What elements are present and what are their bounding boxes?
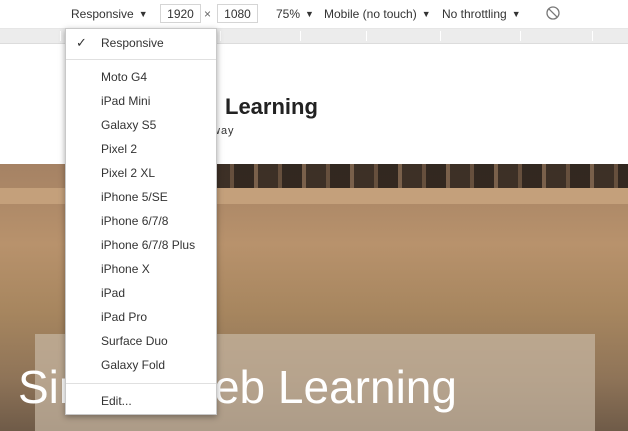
hero-image-books xyxy=(210,164,628,190)
menu-item-label: Surface Duo xyxy=(101,334,168,348)
device-select[interactable]: Responsive ▼ xyxy=(71,0,148,28)
chevron-down-icon: ▼ xyxy=(511,9,521,19)
zoom-label: 75% xyxy=(276,7,301,21)
menu-item-label: iPhone 6/7/8 Plus xyxy=(101,238,196,252)
menu-item-label: iPhone X xyxy=(101,262,150,276)
menu-item-label: Responsive xyxy=(101,36,164,50)
menu-item-label: iPhone 5/SE xyxy=(101,190,168,204)
height-input[interactable]: 1080 xyxy=(217,4,258,23)
chevron-down-icon: ▼ xyxy=(305,9,314,19)
chevron-down-icon: ▼ xyxy=(138,9,148,19)
menu-item-device[interactable]: Surface Duo xyxy=(66,330,216,352)
dimension-separator: × xyxy=(204,7,212,21)
menu-item-device[interactable]: iPad Mini xyxy=(66,90,216,112)
width-input[interactable]: 1920 xyxy=(160,4,201,23)
menu-item-device[interactable]: Galaxy Fold xyxy=(66,354,216,376)
throttle-label: No throttling xyxy=(442,7,507,21)
menu-item-device[interactable]: iPhone X xyxy=(66,258,216,280)
site-title[interactable]: Learning xyxy=(225,94,318,120)
menu-item-label: iPad Mini xyxy=(101,94,151,108)
rotate-icon[interactable] xyxy=(546,6,560,20)
device-dropdown-menu: ✓ Responsive Moto G4 iPad Mini Galaxy S5 Pi… xyxy=(65,28,217,415)
touch-select[interactable]: Mobile (no touch) ▼ xyxy=(324,0,431,28)
menu-item-label: Edit... xyxy=(101,394,132,408)
touch-label: Mobile (no touch) xyxy=(324,7,417,21)
menu-item-device[interactable]: iPhone 6/7/8 xyxy=(66,210,216,232)
zoom-select[interactable]: 75% ▼ xyxy=(276,0,314,28)
menu-item-device[interactable]: Moto G4 xyxy=(66,66,216,88)
menu-item-label: Pixel 2 xyxy=(101,142,138,156)
throttle-select[interactable]: No throttling ▼ xyxy=(442,0,521,28)
menu-item-label: Galaxy S5 xyxy=(101,118,157,132)
device-select-label: Responsive xyxy=(71,7,134,21)
menu-item-label: iPad xyxy=(101,286,126,300)
checkmark-icon: ✓ xyxy=(76,35,87,50)
device-toolbar: Responsive ▼ 1920 × 1080 75% ▼ Mobile (n… xyxy=(0,0,628,29)
menu-divider xyxy=(66,59,216,60)
menu-item-device[interactable]: iPhone 5/SE xyxy=(66,186,216,208)
menu-item-device[interactable]: iPad Pro xyxy=(66,306,216,328)
menu-item-device[interactable]: Pixel 2 xyxy=(66,138,216,160)
menu-item-edit[interactable]: Edit... xyxy=(66,390,216,412)
menu-item-device[interactable]: iPhone 6/7/8 Plus xyxy=(66,234,216,256)
menu-item-label: iPad Pro xyxy=(101,310,148,324)
menu-divider xyxy=(66,383,216,384)
menu-item-device[interactable]: Pixel 2 XL xyxy=(66,162,216,184)
menu-item-label: iPhone 6/7/8 xyxy=(101,214,169,228)
menu-item-label: Moto G4 xyxy=(101,70,148,84)
menu-item-device[interactable]: Galaxy S5 xyxy=(66,114,216,136)
menu-item-device[interactable]: iPad xyxy=(66,282,216,304)
menu-item-label: Galaxy Fold xyxy=(101,358,166,372)
chevron-down-icon: ▼ xyxy=(421,9,431,19)
menu-item-label: Pixel 2 XL xyxy=(101,166,156,180)
menu-item-responsive[interactable]: ✓ Responsive xyxy=(66,32,216,54)
